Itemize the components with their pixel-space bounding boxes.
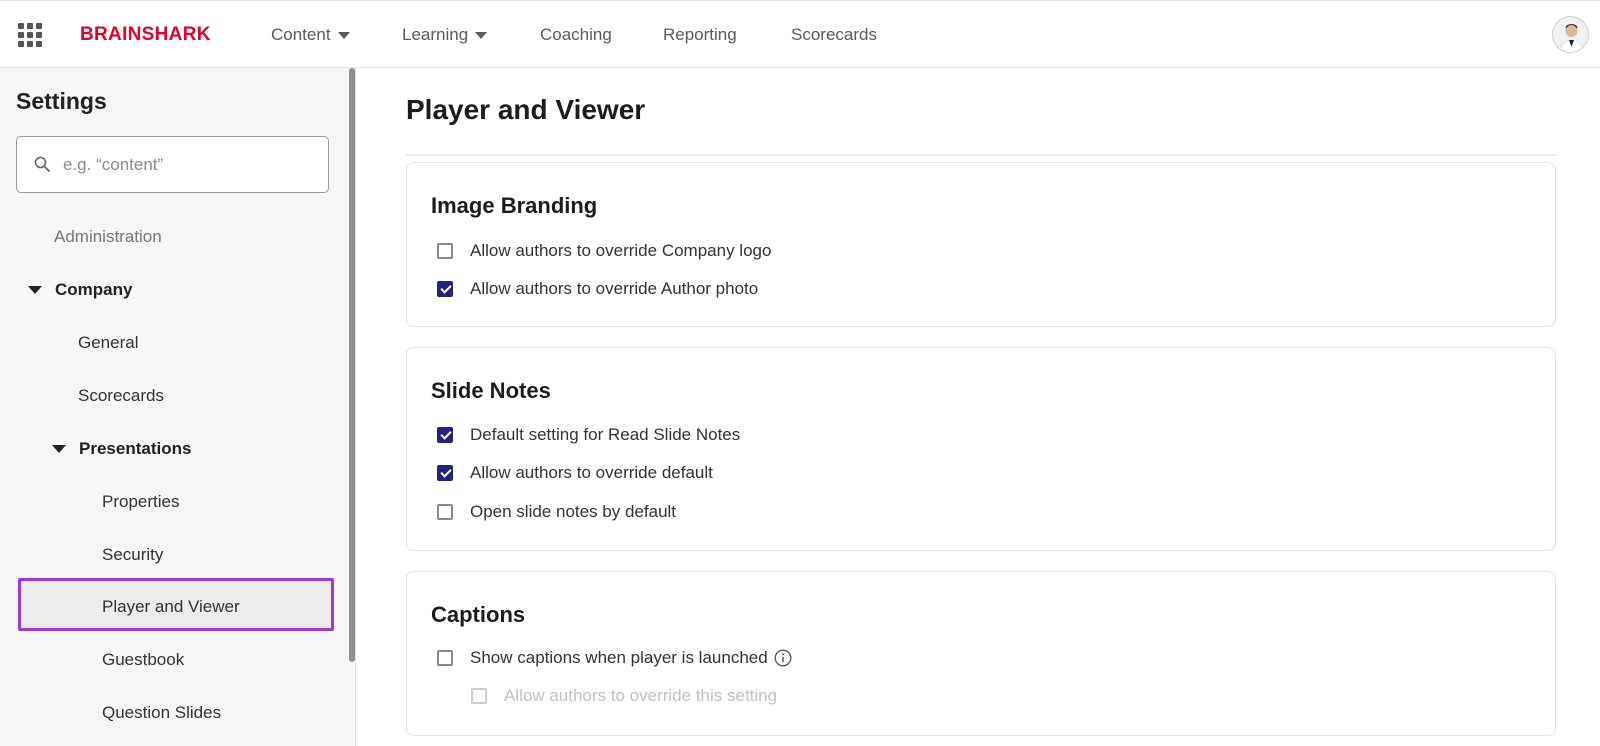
option-label: Allow authors to override default bbox=[470, 463, 713, 482]
show-captions-option[interactable]: Show captions when player is launched bbox=[437, 648, 792, 668]
sidebar-item-company[interactable]: Company bbox=[28, 278, 132, 302]
page-title: Player and Viewer bbox=[406, 94, 646, 125]
option-label: Allow authors to override this setting bbox=[504, 686, 778, 705]
section-title: Slide Notes bbox=[431, 378, 551, 403]
app-launcher-grid-icon[interactable] bbox=[18, 23, 42, 47]
caret-down-icon bbox=[475, 32, 488, 39]
sidebar-item-scorecards[interactable]: Scorecards bbox=[78, 384, 164, 408]
nav-scorecards[interactable]: Scorecards bbox=[791, 1, 877, 69]
sidebar-item-label: Properties bbox=[102, 492, 180, 511]
override-company-logo-option[interactable]: Allow authors to override Company logo bbox=[437, 241, 771, 261]
section-title: Image Branding bbox=[431, 193, 598, 218]
nav-learning-label: Learning bbox=[402, 25, 469, 44]
sidebar-item-properties[interactable]: Properties bbox=[102, 490, 179, 514]
override-author-photo-option[interactable]: Allow authors to override Author photo bbox=[437, 279, 758, 299]
open-slide-notes-option[interactable]: Open slide notes by default bbox=[437, 502, 676, 522]
show-captions-checkbox[interactable] bbox=[437, 650, 453, 666]
read-slide-notes-checkbox[interactable] bbox=[437, 427, 453, 443]
option-label: Default setting for Read Slide Notes bbox=[470, 425, 741, 444]
override-captions-checkbox bbox=[471, 688, 487, 704]
nav-reporting[interactable]: Reporting bbox=[663, 1, 791, 69]
slide-notes-card: Slide Notes Default setting for Read Sli… bbox=[406, 347, 1556, 551]
sidebar-item-label: General bbox=[78, 333, 139, 352]
sidebar-item-label: Security bbox=[102, 545, 164, 564]
sidebar-item-security[interactable]: Security bbox=[102, 543, 163, 567]
sidebar-item-label: Presentations bbox=[79, 439, 192, 458]
option-label: Open slide notes by default bbox=[470, 502, 677, 521]
override-default-checkbox[interactable] bbox=[437, 465, 453, 481]
sidebar-item-administration[interactable]: Administration bbox=[54, 225, 162, 249]
option-label: Allow authors to override Author photo bbox=[470, 279, 759, 298]
nav-learning[interactable]: Learning bbox=[402, 1, 540, 69]
title-divider bbox=[406, 154, 1556, 156]
caret-down-icon[interactable] bbox=[52, 445, 66, 453]
sidebar-item-general[interactable]: General bbox=[78, 331, 138, 355]
nav-coaching-label: Coaching bbox=[540, 25, 612, 44]
sidebar-title: Settings bbox=[16, 88, 107, 114]
nav-content[interactable]: Content bbox=[271, 1, 402, 69]
override-author-photo-checkbox[interactable] bbox=[437, 281, 453, 297]
section-title: Captions bbox=[431, 602, 526, 627]
sidebar-item-label: Company bbox=[55, 280, 133, 299]
sidebar-scrollbar[interactable] bbox=[349, 68, 355, 662]
main-nav: Content Learning Coaching Reporting Scor… bbox=[271, 1, 877, 69]
brainshark-logo[interactable]: BRAINSHARK bbox=[80, 24, 211, 46]
nav-coaching[interactable]: Coaching bbox=[540, 1, 663, 69]
image-branding-card: Image Branding Allow authors to override… bbox=[406, 162, 1556, 327]
sidebar-item-guestbook[interactable]: Guestbook bbox=[102, 648, 184, 672]
nav-reporting-label: Reporting bbox=[663, 25, 737, 44]
captions-card: Captions Show captions when player is la… bbox=[406, 571, 1556, 736]
override-captions-option: Allow authors to override this setting bbox=[471, 686, 777, 706]
caret-down-icon bbox=[337, 32, 350, 39]
sidebar-item-label: Player and Viewer bbox=[102, 597, 240, 616]
info-icon[interactable] bbox=[774, 649, 792, 667]
nav-content-label: Content bbox=[271, 25, 331, 44]
search-input[interactable] bbox=[63, 151, 313, 179]
read-slide-notes-option[interactable]: Default setting for Read Slide Notes bbox=[437, 425, 740, 445]
caret-down-icon[interactable] bbox=[28, 286, 42, 294]
sidebar-item-question-slides[interactable]: Question Slides bbox=[102, 701, 221, 725]
settings-search[interactable] bbox=[16, 136, 329, 193]
sidebar-item-label: Question Slides bbox=[102, 703, 222, 722]
sidebar-item-label: Administration bbox=[54, 227, 162, 246]
sidebar-item-label: Guestbook bbox=[102, 650, 185, 669]
search-icon bbox=[34, 156, 50, 172]
option-label: Allow authors to override Company logo bbox=[470, 241, 772, 260]
sidebar-item-presentations[interactable]: Presentations bbox=[52, 437, 191, 461]
open-slide-notes-checkbox[interactable] bbox=[437, 504, 453, 520]
nav-scorecards-label: Scorecards bbox=[791, 25, 877, 44]
override-company-logo-checkbox[interactable] bbox=[437, 243, 453, 259]
option-label: Show captions when player is launched bbox=[470, 648, 768, 667]
sidebar-item-label: Scorecards bbox=[78, 386, 164, 405]
top-navigation-bar: BRAINSHARK Content Learning Coaching Rep… bbox=[0, 0, 1600, 68]
sidebar-item-player-and-viewer[interactable]: Player and Viewer bbox=[102, 595, 240, 619]
user-avatar[interactable] bbox=[1552, 16, 1589, 53]
override-default-option[interactable]: Allow authors to override default bbox=[437, 463, 713, 483]
